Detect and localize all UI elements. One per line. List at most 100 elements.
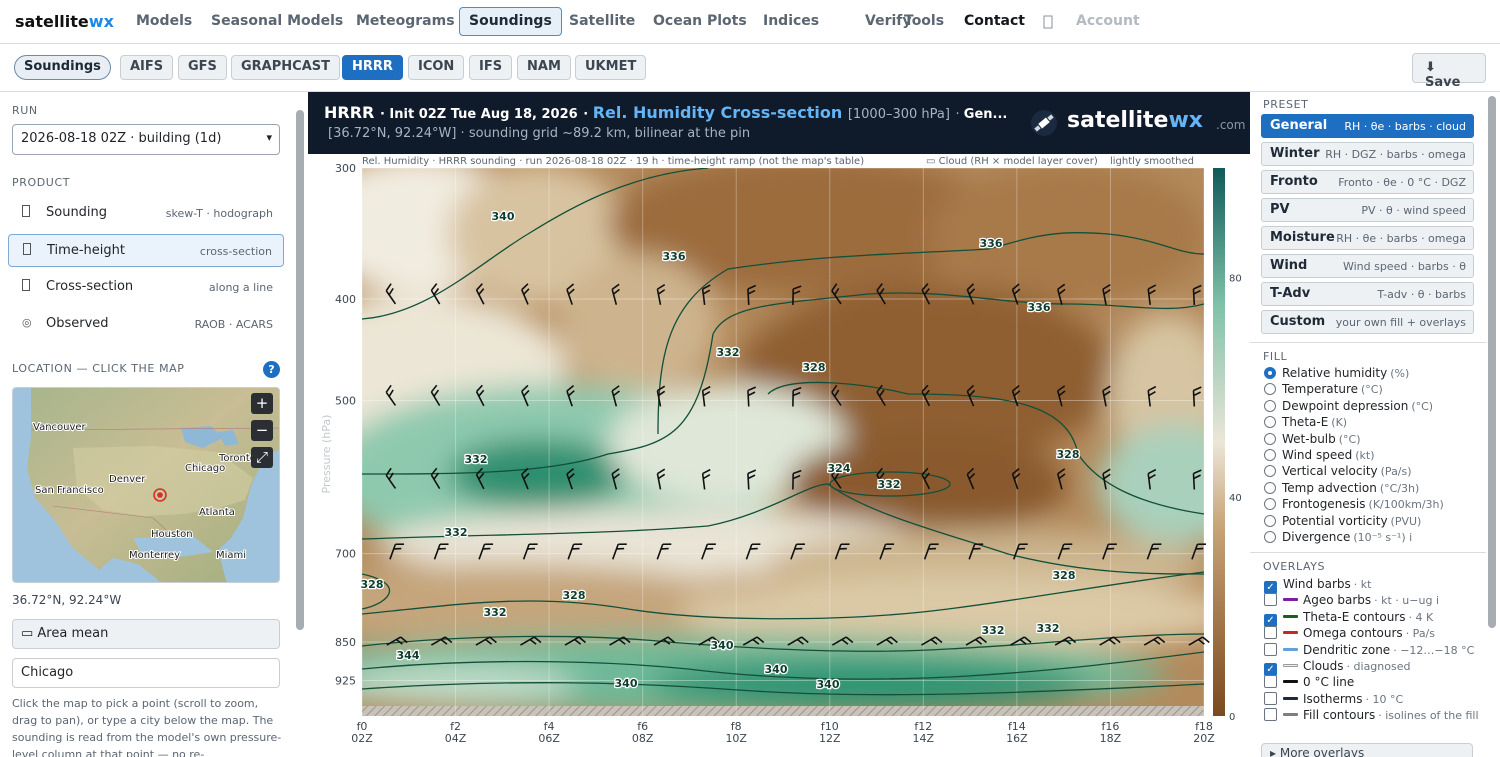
nav-seasonal-models[interactable]: Seasonal Models bbox=[211, 13, 343, 29]
radio-icon[interactable] bbox=[1264, 432, 1276, 445]
overlay-wind-barbs[interactable]: ✓ Wind barbs · kt bbox=[1264, 577, 1371, 594]
zoom-out-button[interactable]: − bbox=[251, 420, 273, 441]
fullscreen-button[interactable]: ⤢ bbox=[251, 447, 273, 468]
model-chip-gfs[interactable]: GFS bbox=[178, 55, 227, 80]
model-chip-hrrr[interactable]: HRRR bbox=[342, 55, 403, 80]
preset-custom[interactable]: Custom your own fill + overlays bbox=[1261, 310, 1474, 334]
model-chip-ifs[interactable]: IFS bbox=[469, 55, 513, 80]
cross-section-chart[interactable]: Rel. Humidity · HRRR sounding · run 2026… bbox=[308, 154, 1250, 757]
run-select[interactable]: 2026-08-18 02Z · building (1d) ▾ bbox=[12, 124, 280, 155]
save-button[interactable]: ⬇ Save bbox=[1412, 53, 1486, 90]
overlay-omega-contours[interactable]: Omega contours · Pa/s bbox=[1264, 626, 1435, 640]
brand-logo[interactable]: satellitewx bbox=[15, 12, 114, 31]
fill-option-wet-bulb[interactable]: Wet-bulb (°C) bbox=[1264, 432, 1361, 446]
zoom-in-button[interactable]: + bbox=[251, 393, 273, 414]
product-observed[interactable]: ◎ Observed RAOB · ACARS bbox=[8, 308, 284, 341]
model-chip-graphcast[interactable]: GRAPHCAST bbox=[231, 55, 340, 80]
fill-option-vertical-velocity[interactable]: Vertical velocity (Pa/s) bbox=[1264, 464, 1412, 478]
map-help-text: Click the map to pick a point (scroll to… bbox=[12, 697, 282, 757]
preset-heading: PRESET bbox=[1263, 98, 1309, 111]
radio-icon[interactable] bbox=[1264, 481, 1276, 494]
fill-option-dewpoint-depression[interactable]: Dewpoint depression (°C) bbox=[1264, 399, 1433, 413]
checkbox-icon[interactable]: ✓ bbox=[1264, 663, 1277, 676]
contour-label: 328 bbox=[803, 361, 826, 374]
checkbox-icon[interactable] bbox=[1264, 691, 1277, 705]
radio-icon[interactable] bbox=[1264, 498, 1276, 511]
help-icon[interactable]: ? bbox=[263, 361, 280, 378]
radio-icon[interactable] bbox=[1264, 383, 1276, 396]
right-scrollbar[interactable] bbox=[1488, 96, 1496, 628]
model-chip-aifs[interactable]: AIFS bbox=[120, 55, 174, 80]
fill-option-potential-vorticity[interactable]: Potential vorticity (PVU) bbox=[1264, 514, 1421, 528]
product-cross-section[interactable]: Cross-section along a line bbox=[8, 271, 284, 304]
overlay-dendritic-zone[interactable]: Dendritic zone · −12…−18 °C bbox=[1264, 642, 1474, 657]
fill-option-theta-e[interactable]: Theta-E (K) bbox=[1264, 415, 1347, 429]
radio-icon[interactable] bbox=[1264, 367, 1276, 379]
x-tick-label-time: 14Z bbox=[913, 732, 935, 745]
map-canvas[interactable]: Vancouver Chicago Toronto Denver San Fra… bbox=[13, 388, 280, 583]
map-label-miami: Miami bbox=[216, 550, 246, 561]
y-tick-label: 300 bbox=[335, 162, 356, 175]
section-chip-soundings[interactable]: Soundings bbox=[14, 55, 111, 80]
area-mean-toggle[interactable]: ▭ Area mean bbox=[12, 619, 280, 649]
left-panel: RUN 2026-08-18 02Z · building (1d) ▾ PROD… bbox=[0, 92, 294, 757]
chart-subtitle: [36.72°N, 92.24°W] · sounding grid ~89.2… bbox=[328, 126, 751, 141]
preset-wind[interactable]: Wind Wind speed · barbs · θ bbox=[1261, 254, 1474, 278]
nav-meteograms[interactable]: Meteograms bbox=[356, 13, 455, 29]
radio-icon[interactable] bbox=[1264, 399, 1276, 412]
radio-icon[interactable] bbox=[1264, 416, 1276, 429]
checkbox-icon[interactable] bbox=[1264, 593, 1277, 607]
checkbox-icon[interactable]: ✓ bbox=[1264, 581, 1277, 594]
preset-moisture[interactable]: Moisture RH · θe · barbs · omega bbox=[1261, 226, 1474, 250]
fill-option-frontogenesis[interactable]: Frontogenesis (K/100km/3h) bbox=[1264, 497, 1444, 511]
checkbox-icon[interactable] bbox=[1264, 708, 1277, 722]
fill-option-relative-humidity[interactable]: Relative humidity (%) bbox=[1264, 366, 1409, 380]
nav-models[interactable]: Models bbox=[136, 13, 192, 29]
nav-indices[interactable]: Indices bbox=[763, 13, 819, 29]
contour-label: 328 bbox=[563, 589, 586, 602]
nav-soundings[interactable]: Soundings bbox=[459, 7, 562, 36]
fill-option-temperature[interactable]: Temperature (°C) bbox=[1264, 382, 1383, 396]
product-sounding[interactable]: Sounding skew-T · hodograph bbox=[8, 197, 284, 230]
chart-caption: Rel. Humidity · HRRR sounding · run 2026… bbox=[362, 156, 864, 167]
overlay-0-c-line[interactable]: 0 °C line bbox=[1264, 675, 1357, 689]
overlay-ageo-barbs[interactable]: Ageo barbs · kt · u−ug i bbox=[1264, 593, 1439, 607]
fill-option-temp-advection[interactable]: Temp advection (°C/3h) bbox=[1264, 481, 1419, 495]
radio-icon[interactable] bbox=[1264, 531, 1276, 543]
nav-satellite[interactable]: Satellite bbox=[569, 13, 635, 29]
preset-winter[interactable]: Winter RH · DGZ · barbs · omega bbox=[1261, 142, 1474, 166]
preset-general[interactable]: General RH · θe · barbs · cloud bbox=[1261, 114, 1474, 138]
overlay-isotherms[interactable]: Isotherms · 10 °C bbox=[1264, 691, 1403, 706]
overlay-clouds[interactable]: ✓ Clouds · diagnosed bbox=[1264, 659, 1410, 676]
preset-pv[interactable]: PV PV · θ · wind speed bbox=[1261, 198, 1474, 222]
radio-icon[interactable] bbox=[1264, 449, 1276, 461]
nav-tools[interactable]: Tools bbox=[904, 13, 944, 29]
location-map[interactable]: Vancouver Chicago Toronto Denver San Fra… bbox=[12, 387, 280, 583]
radio-icon[interactable] bbox=[1264, 514, 1276, 527]
checkbox-icon[interactable] bbox=[1264, 642, 1277, 656]
y-tick-label: 400 bbox=[335, 293, 356, 306]
product-time-height[interactable]: Time-height cross-section bbox=[8, 234, 284, 267]
checkbox-icon[interactable] bbox=[1264, 675, 1277, 689]
nav-contact[interactable]: Contact bbox=[964, 13, 1025, 29]
checkbox-icon[interactable]: ✓ bbox=[1264, 613, 1277, 627]
checkbox-icon[interactable] bbox=[1264, 626, 1277, 640]
city-input[interactable]: Chicago bbox=[12, 658, 280, 688]
left-scrollbar[interactable] bbox=[296, 110, 304, 630]
overlay-fill-contours[interactable]: Fill contours · isolines of the fill bbox=[1264, 708, 1479, 722]
nav-account[interactable]: Account bbox=[1076, 13, 1140, 29]
nav-ocean-plots[interactable]: Ocean Plots bbox=[653, 13, 747, 29]
preset-t-adv[interactable]: T-Adv T-adv · θ · barbs bbox=[1261, 282, 1474, 306]
radio-icon[interactable] bbox=[1264, 465, 1276, 478]
fill-option-divergence[interactable]: Divergence (10⁻⁵ s⁻¹) i bbox=[1264, 530, 1412, 544]
fill-option-wind-speed[interactable]: Wind speed (kt) bbox=[1264, 448, 1375, 462]
map-label-san-francisco: San Francisco bbox=[35, 485, 104, 496]
model-chip-ukmet[interactable]: UKMET bbox=[575, 55, 647, 80]
preset-fronto[interactable]: Fronto Fronto · θe · 0 °C · DGZ bbox=[1261, 170, 1474, 194]
model-chip-icon[interactable]: ICON bbox=[408, 55, 465, 80]
person-icon[interactable] bbox=[1043, 15, 1053, 29]
model-chip-nam[interactable]: NAM bbox=[517, 55, 571, 80]
overlay-theta-e-contours[interactable]: ✓ Theta-E contours · 4 K bbox=[1264, 610, 1433, 627]
more-overlays-button[interactable]: ▸ More overlays bbox=[1261, 743, 1473, 757]
contour-label: 336 bbox=[663, 250, 686, 263]
